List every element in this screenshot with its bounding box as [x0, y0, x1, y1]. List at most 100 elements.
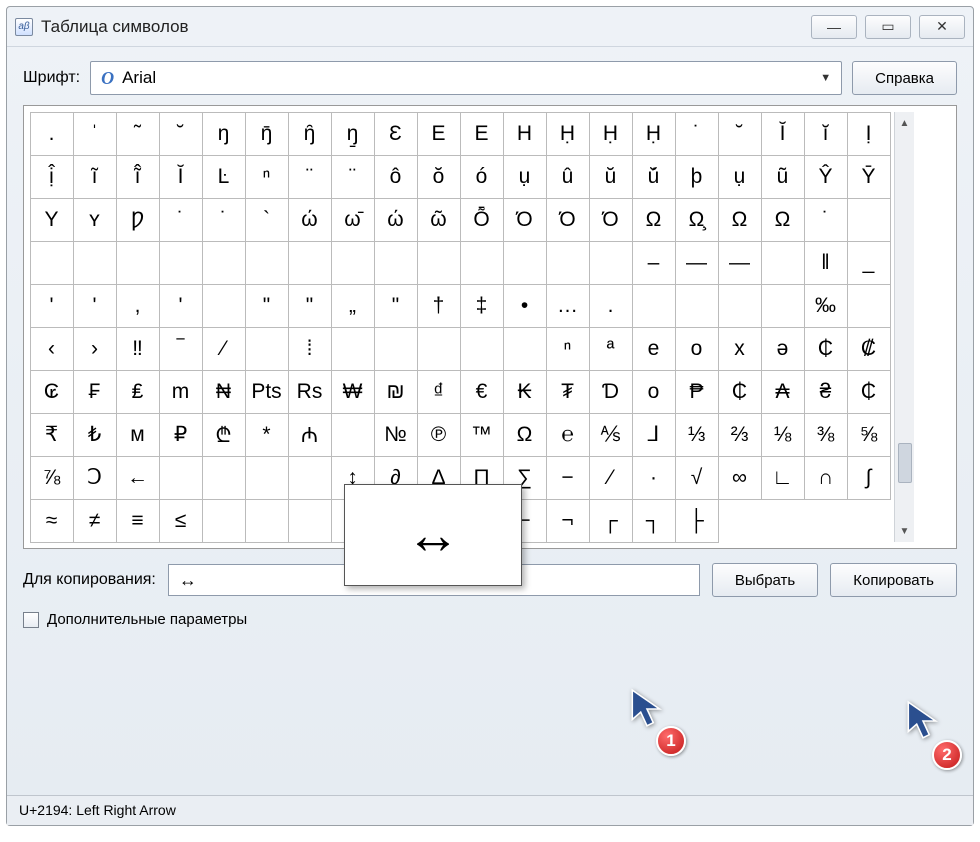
char-cell[interactable] — [202, 456, 246, 500]
char-cell[interactable] — [245, 499, 289, 543]
advanced-checkbox[interactable] — [23, 612, 39, 628]
char-cell[interactable]: ≈ — [30, 499, 74, 543]
char-cell[interactable]: ` — [245, 198, 289, 242]
select-button[interactable]: Выбрать — [712, 563, 818, 597]
char-cell[interactable]: € — [460, 370, 504, 414]
char-cell[interactable]: № — [374, 413, 418, 457]
char-cell[interactable]: † — [417, 284, 461, 328]
char-cell[interactable]: Ĭ — [761, 112, 805, 156]
char-cell[interactable]: ⅝ — [847, 413, 891, 457]
char-cell[interactable]: ‹ — [30, 327, 74, 371]
char-cell[interactable]: ¨ — [331, 155, 375, 199]
char-cell[interactable] — [546, 241, 590, 285]
char-cell[interactable] — [374, 327, 418, 371]
char-cell[interactable]: о — [632, 370, 676, 414]
char-cell[interactable] — [417, 327, 461, 371]
char-cell[interactable]: ῶ — [417, 198, 461, 242]
char-cell[interactable]: ∫ — [847, 456, 891, 500]
char-cell[interactable]: ó — [460, 155, 504, 199]
char-cell[interactable]: … — [546, 284, 590, 328]
char-cell[interactable]: ⅃ — [632, 413, 676, 457]
close-button[interactable]: ✕ — [919, 15, 965, 39]
char-cell[interactable]: Ω̧ — [675, 198, 719, 242]
char-cell[interactable]: Ω — [632, 198, 676, 242]
char-cell[interactable] — [202, 499, 246, 543]
char-cell[interactable]: ∩ — [804, 456, 848, 500]
char-cell[interactable] — [331, 413, 375, 457]
char-cell[interactable]: ≤ — [159, 499, 203, 543]
char-cell[interactable]: ₣ — [73, 370, 117, 414]
scrollbar[interactable]: ▲ ▼ — [894, 112, 914, 542]
char-cell[interactable]: Y — [30, 198, 74, 242]
char-cell[interactable]: ₢ — [30, 370, 74, 414]
char-cell[interactable]: ⅔ — [718, 413, 762, 457]
char-cell[interactable]: ≠ — [73, 499, 117, 543]
char-cell[interactable] — [159, 241, 203, 285]
char-cell[interactable]: e — [632, 327, 676, 371]
char-cell[interactable]: ℮ — [546, 413, 590, 457]
char-cell[interactable]: ị̂ — [30, 155, 74, 199]
char-cell[interactable]: ₫ — [417, 370, 461, 414]
char-cell[interactable]: ₵ — [804, 327, 848, 371]
char-cell[interactable]: ⅍ — [589, 413, 633, 457]
char-cell[interactable]: _ — [847, 241, 891, 285]
char-cell[interactable] — [331, 327, 375, 371]
char-cell[interactable] — [847, 198, 891, 242]
char-cell[interactable]: Ω — [718, 198, 762, 242]
char-cell[interactable]: ┐ — [632, 499, 676, 543]
char-cell[interactable]: E — [417, 112, 461, 156]
char-cell[interactable] — [30, 241, 74, 285]
char-cell[interactable]: ʏ — [73, 198, 117, 242]
char-cell[interactable]: ώ — [374, 198, 418, 242]
char-cell[interactable]: ┌ — [589, 499, 633, 543]
char-cell[interactable]: Ŷ — [804, 155, 848, 199]
char-cell[interactable]: ‾ — [159, 327, 203, 371]
char-cell[interactable]: o — [675, 327, 719, 371]
char-cell[interactable]: ← — [116, 456, 160, 500]
char-cell[interactable] — [632, 284, 676, 328]
char-cell[interactable] — [202, 241, 246, 285]
char-cell[interactable]: Ό — [589, 198, 633, 242]
char-cell[interactable]: ™ — [460, 413, 504, 457]
char-cell[interactable] — [245, 456, 289, 500]
char-cell[interactable]: ˙ — [804, 198, 848, 242]
char-cell[interactable] — [847, 284, 891, 328]
char-cell[interactable]: ₪ — [374, 370, 418, 414]
char-cell[interactable]: ŭ́ — [632, 155, 676, 199]
char-cell[interactable]: E — [460, 112, 504, 156]
char-cell[interactable]: ⅞ — [30, 456, 74, 500]
char-cell[interactable]: Ȭ — [460, 198, 504, 242]
char-cell[interactable]: ŋ̑ — [288, 112, 332, 156]
char-cell[interactable]: ' — [30, 284, 74, 328]
maximize-button[interactable]: ▭ — [865, 15, 911, 39]
char-cell[interactable] — [331, 241, 375, 285]
char-cell[interactable]: ⅛ — [761, 413, 805, 457]
char-cell[interactable]: Ω — [503, 413, 547, 457]
char-cell[interactable]: Ɗ — [589, 370, 633, 414]
char-cell[interactable]: ₦ — [202, 370, 246, 414]
char-cell[interactable]: „ — [331, 284, 375, 328]
char-cell[interactable]: › — [73, 327, 117, 371]
char-cell[interactable]: ₮ — [546, 370, 590, 414]
char-cell[interactable]: ŋ̱ — [331, 112, 375, 156]
char-cell[interactable]: ' — [73, 284, 117, 328]
copy-button[interactable]: Копировать — [830, 563, 957, 597]
char-cell[interactable]: ˘ — [159, 112, 203, 156]
char-cell[interactable]: ¬ — [546, 499, 590, 543]
char-cell[interactable]: x — [718, 327, 762, 371]
char-cell[interactable]: ə — [761, 327, 805, 371]
char-cell[interactable]: ụ — [503, 155, 547, 199]
char-cell[interactable] — [460, 327, 504, 371]
char-cell[interactable] — [245, 327, 289, 371]
char-cell[interactable]: ŭ — [589, 155, 633, 199]
char-cell[interactable]: " — [288, 284, 332, 328]
char-cell[interactable]: Ŀ — [202, 155, 246, 199]
char-cell[interactable]: ˘ — [718, 112, 762, 156]
char-cell[interactable]: Ω — [761, 198, 805, 242]
char-cell[interactable]: Ḥ — [589, 112, 633, 156]
char-cell[interactable]: þ — [675, 155, 719, 199]
char-cell[interactable]: ⁿ — [546, 327, 590, 371]
char-cell[interactable]: ụ — [718, 155, 762, 199]
char-cell[interactable]: m — [159, 370, 203, 414]
char-cell[interactable]: ‡ — [460, 284, 504, 328]
